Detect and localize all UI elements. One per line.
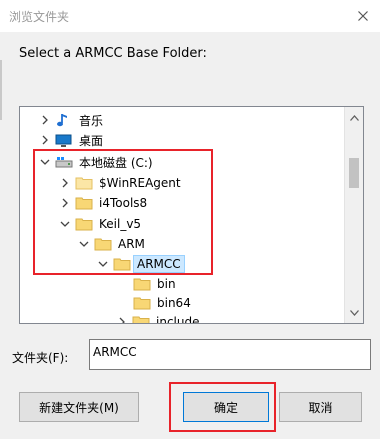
chevron-up-icon	[349, 115, 359, 121]
window-edge	[0, 60, 2, 120]
folder-icon	[133, 295, 151, 311]
folder-icon	[94, 236, 112, 252]
folder-icon	[75, 216, 93, 232]
tree-item-label: include	[156, 315, 200, 323]
scroll-up-button[interactable]	[345, 110, 363, 126]
drive-icon	[55, 154, 73, 170]
folder-icon	[75, 195, 93, 211]
tree-item-label: 本地磁盘 (C:)	[79, 155, 153, 170]
tree-item-arm[interactable]: ARM	[77, 234, 149, 254]
folder-input[interactable]: ARMCC	[89, 339, 371, 370]
folder-icon	[75, 175, 93, 191]
tree-item-desktop[interactable]: 桌面	[38, 130, 107, 150]
tree-item-label: ARMCC	[133, 255, 185, 273]
prompt-text: Select a ARMCC Base Folder:	[19, 46, 207, 61]
music-icon	[55, 112, 73, 128]
tree-item-music[interactable]: 音乐	[38, 110, 107, 130]
chevron-down-icon[interactable]	[96, 254, 110, 274]
tree-item-label: $WinREAgent	[99, 176, 181, 190]
title-bar: 浏览文件夹	[0, 0, 380, 32]
tree-item-include[interactable]: include	[115, 312, 203, 323]
tree-item-keil-v5[interactable]: Keil_v5	[58, 214, 145, 234]
scroll-thumb[interactable]	[349, 158, 359, 188]
scroll-down-button[interactable]	[345, 305, 363, 321]
close-button[interactable]	[350, 3, 376, 29]
tree-item-armcc[interactable]: ARMCC	[96, 254, 185, 274]
chevron-right-icon[interactable]	[58, 193, 72, 213]
desktop-icon	[55, 132, 73, 148]
tree-item-label: Keil_v5	[99, 217, 142, 231]
chevron-right-icon[interactable]	[115, 312, 129, 323]
folder-field-label: 文件夹(F):	[12, 351, 69, 365]
close-icon	[358, 11, 368, 21]
tree-item-local-disk-c[interactable]: 本地磁盘 (C:)	[38, 152, 157, 172]
tree-item-bin64[interactable]: bin64	[133, 293, 195, 313]
tree-item-label: 桌面	[79, 133, 104, 148]
vertical-scrollbar[interactable]	[344, 107, 363, 323]
new-folder-button[interactable]: 新建文件夹(M)	[19, 392, 139, 422]
chevron-down-icon[interactable]	[58, 214, 72, 234]
cancel-button[interactable]: 取消	[279, 392, 362, 422]
chevron-down-icon	[349, 310, 359, 316]
tree-viewport: 音乐 桌面 本地磁盘 (C:) $WinREAgent i4Tools8 Kei…	[20, 107, 344, 323]
chevron-down-icon[interactable]	[77, 234, 91, 254]
chevron-down-icon[interactable]	[38, 152, 52, 172]
folder-icon	[133, 276, 151, 292]
folder-icon	[132, 314, 150, 323]
window-title: 浏览文件夹	[9, 10, 70, 24]
chevron-right-icon[interactable]	[58, 173, 72, 193]
tree-item-label: ARM	[118, 237, 145, 251]
tree-item-winreagent[interactable]: $WinREAgent	[58, 173, 185, 193]
ok-button[interactable]: 确定	[183, 392, 269, 422]
tree-item-bin[interactable]: bin	[133, 274, 180, 294]
tree-item-label: i4Tools8	[99, 196, 148, 210]
tree-item-label: bin	[157, 277, 176, 291]
chevron-right-icon[interactable]	[38, 130, 52, 150]
tree-item-i4tools8[interactable]: i4Tools8	[58, 193, 151, 213]
tree-item-label: bin64	[157, 296, 191, 310]
folder-tree[interactable]: 音乐 桌面 本地磁盘 (C:) $WinREAgent i4Tools8 Kei…	[19, 106, 364, 324]
folder-open-icon	[113, 256, 131, 272]
chevron-right-icon[interactable]	[38, 110, 52, 130]
tree-item-label: 音乐	[79, 113, 104, 128]
